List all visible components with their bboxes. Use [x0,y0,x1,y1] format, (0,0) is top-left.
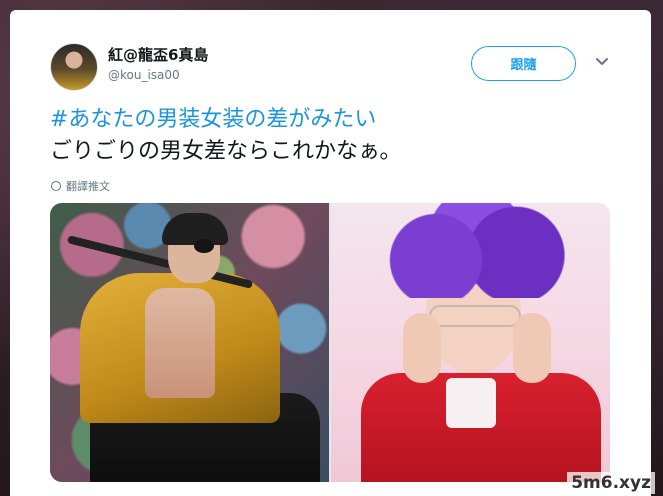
display-name[interactable]: 紅@龍盃6真島 [108,44,208,65]
tweet-body-line: ごりごりの男女差ならこれかなぁ。 [50,139,402,164]
eye-patch [194,239,214,253]
tweet-card: 紅@龍盃6真島 @kou_isa00 跟隨 #あなたの男装女装の差がみたい ごり… [10,10,651,496]
follow-button[interactable]: 跟隨 [471,46,576,81]
avatar[interactable] [50,43,98,91]
photo-male-cosplay[interactable] [50,203,329,482]
photo-figure-hand-left [403,313,441,383]
photo-figure-collar [446,378,496,428]
globe-icon [51,181,61,191]
photo-figure-purple-hair [376,203,576,298]
photo-figure-hand-right [513,313,551,383]
site-watermark: 5m6.xyz [567,472,655,494]
photo-figure-hair [162,213,228,245]
media-grid [50,203,610,482]
translate-tweet-link[interactable]: 翻譯推文 [51,178,110,194]
user-handle[interactable]: @kou_isa00 [108,68,180,82]
translate-label: 翻譯推文 [66,180,110,193]
photo-female-cosplay[interactable] [331,203,610,482]
photo-figure-chest [145,288,215,398]
hashtag-link[interactable]: #あなたの男装女装の差がみたい [50,104,402,136]
chevron-down-icon[interactable] [595,57,609,67]
tweet-text: #あなたの男装女装の差がみたい ごりごりの男女差ならこれかなぁ。 [50,104,402,168]
photo-figure-glasses [429,305,521,327]
